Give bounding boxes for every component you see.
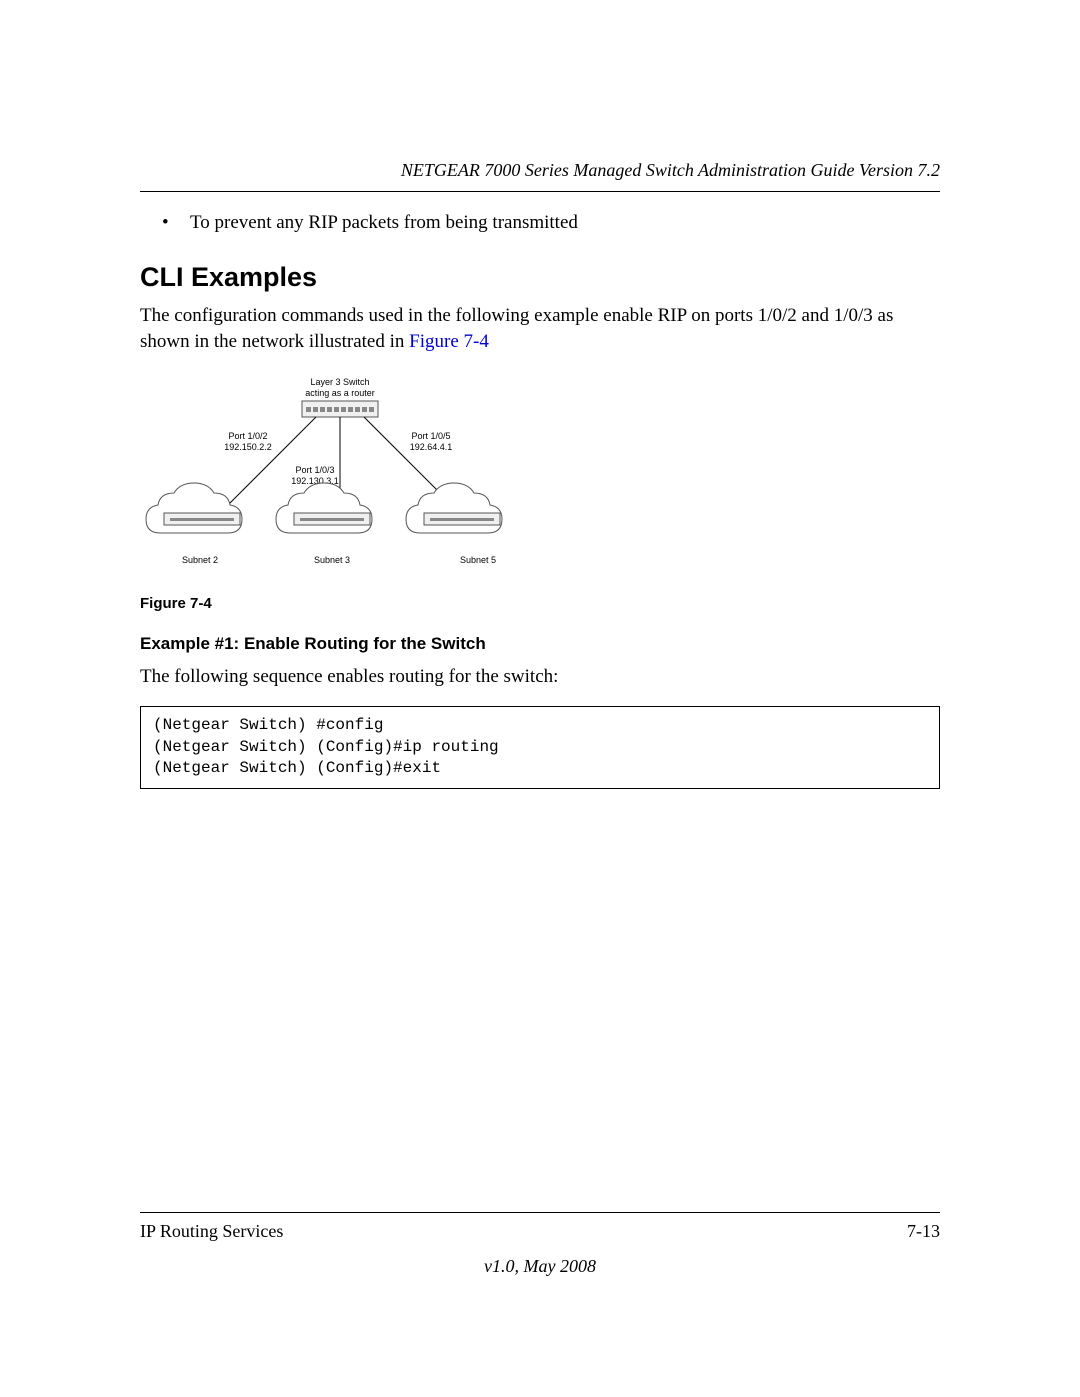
page: NETGEAR 7000 Series Managed Switch Admin…	[0, 0, 1080, 1397]
diagram-top-label-2: acting as a router	[305, 388, 375, 398]
figure-ref-link[interactable]: Figure 7-4	[409, 331, 489, 352]
header-rule	[140, 191, 940, 192]
bullet-dot-icon: •	[162, 210, 190, 236]
port2-label: Port 1/0/3	[295, 465, 334, 475]
port3-ip: 192.64.4.1	[410, 442, 453, 452]
port1-ip: 192.150.2.2	[224, 442, 272, 452]
port3-label: Port 1/0/5	[411, 431, 450, 441]
section-title: CLI Examples	[140, 262, 940, 293]
intro-text: The configuration commands used in the f…	[140, 305, 893, 352]
cloud-center-switch-icon	[294, 513, 370, 525]
bullet-text: To prevent any RIP packets from being tr…	[190, 210, 578, 236]
diagram-svg: Layer 3 Switch acting as a router Port 1…	[140, 373, 540, 583]
example-lead: The following sequence enables routing f…	[140, 664, 940, 690]
running-header: NETGEAR 7000 Series Managed Switch Admin…	[140, 160, 940, 191]
footer-left: IP Routing Services	[140, 1221, 283, 1242]
diagram-top-label-1: Layer 3 Switch	[310, 377, 369, 387]
example-title: Example #1: Enable Routing for the Switc…	[140, 634, 940, 654]
cloud-right-switch-icon	[424, 513, 500, 525]
page-footer: IP Routing Services 7-13 v1.0, May 2008	[140, 1212, 940, 1277]
network-diagram: Layer 3 Switch acting as a router Port 1…	[140, 373, 540, 583]
section-intro: The configuration commands used in the f…	[140, 303, 940, 355]
bullet-item: • To prevent any RIP packets from being …	[162, 210, 940, 236]
subnet1-label: Subnet 2	[182, 555, 218, 565]
code-block: (Netgear Switch) #config (Netgear Switch…	[140, 706, 940, 789]
footer-version: v1.0, May 2008	[140, 1256, 940, 1277]
cloud-left-switch-icon	[164, 513, 240, 525]
footer-page-number: 7-13	[907, 1221, 940, 1242]
footer-rule	[140, 1212, 940, 1213]
figure-caption: Figure 7-4	[140, 595, 940, 612]
subnet3-label: Subnet 5	[460, 555, 496, 565]
subnet2-label: Subnet 3	[314, 555, 350, 565]
port1-label: Port 1/0/2	[228, 431, 267, 441]
